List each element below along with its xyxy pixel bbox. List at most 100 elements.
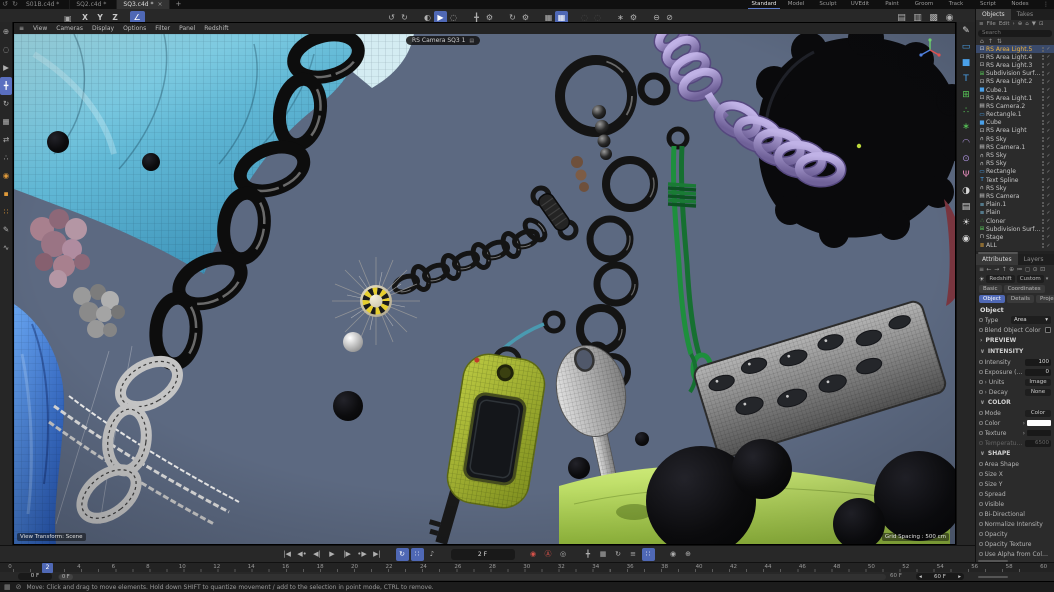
panel-tab[interactable]: Takes [1011,9,1039,20]
search-icon[interactable]: ⊕ [1009,266,1014,273]
viewport-menu-item[interactable]: Filter [155,25,170,32]
viewport-scene[interactable] [14,34,955,544]
current-frame-field[interactable]: 2 F [451,549,515,560]
snap-icon[interactable]: ∴ [0,149,12,167]
keyframe-dot[interactable] [979,462,983,466]
object-row[interactable]: ⊞ Subdivision Surface ✓ [976,225,1054,233]
camera-label[interactable]: RS Camera SQ3 1▤ [406,36,480,45]
keyframe-dot[interactable] [979,492,983,496]
section-color[interactable]: ∨COLOR [976,397,1054,408]
prev-frame-button[interactable]: ◀| [311,548,324,561]
object-list-scrollbar[interactable] [976,251,1054,254]
edit-menu[interactable]: Edit [999,21,1010,27]
search-icon[interactable]: ⊕ [0,23,12,41]
layout-tab[interactable]: Paint [876,0,908,9]
expand-chevron-icon[interactable]: › [1023,420,1025,427]
expand-chevron-icon[interactable]: › [985,389,987,396]
layout-tab[interactable]: Script [972,0,1004,9]
edge-mode-icon[interactable]: ▪ [0,185,12,203]
more-menu-icon[interactable]: › [1012,21,1014,27]
history-forward-icon[interactable]: ↻ [10,0,20,9]
units-button[interactable]: Image [1025,379,1051,386]
filter-icon[interactable]: ▼ [1032,21,1036,27]
enable-check[interactable]: ✓ [1045,95,1052,101]
cloner-icon[interactable]: ∴ [958,104,974,119]
loop-toggle[interactable]: ↻ [396,548,409,561]
dropdown-arrow-icon[interactable]: ▾ [1046,276,1049,282]
object-row[interactable]: ⊞ Subdivision Surface.1 ✓ [976,70,1054,78]
spline-pen-icon[interactable]: ✎ [958,24,974,39]
axis-swap-icon[interactable]: ⇄ [0,131,12,149]
range-end-field[interactable]: ◂ 60 F ▸ [916,573,964,580]
keyframe-dot[interactable] [979,360,983,364]
pen-icon[interactable]: ✎ [0,221,12,239]
next-frame-button[interactable]: |▶ [341,548,354,561]
keyframe-selection-button[interactable]: ◎ [557,548,570,561]
home-icon[interactable]: ⌂ [980,38,984,45]
keyframe-dot[interactable] [979,552,983,556]
section-preview[interactable]: ›PREVIEW [976,335,1054,346]
enable-check[interactable]: ✓ [1045,243,1052,249]
attr-row[interactable]: Normalize Intensity [976,519,1054,529]
prev-key-button[interactable]: ◀• [296,548,309,561]
polygon-mode-icon[interactable]: ∷ [0,203,12,221]
enable-check[interactable]: ✓ [1045,202,1052,208]
keyframe-dot[interactable] [979,421,983,425]
document-tab[interactable]: S01B.c4d * [20,0,70,9]
enable-check[interactable]: ✓ [1045,144,1052,150]
viewport-menu-icon[interactable]: ≡ [19,25,24,32]
enable-check[interactable]: ✓ [1045,71,1052,77]
object-row[interactable]: ∴ Cloner ✓ [976,217,1054,225]
layout-menu-icon[interactable]: ⋮ [1040,0,1052,9]
layout-tab[interactable]: Groom [908,0,940,9]
viewport-menu-item[interactable]: Display [92,25,114,32]
character-joint-icon[interactable]: Ψ [958,168,974,183]
layout-tab[interactable]: Model [780,0,812,9]
exposure-field[interactable]: 0 [1025,369,1051,376]
layout-tab[interactable]: Standard [748,0,780,9]
decay-button[interactable]: None [1025,389,1051,396]
attribute-tab[interactable]: Object [979,295,1005,303]
enable-check[interactable]: ✓ [1045,46,1052,52]
viewport-menu-item[interactable]: Panel [179,25,195,32]
enable-check[interactable]: ✓ [1045,169,1052,175]
matrix-icon[interactable]: ∗ [958,120,974,135]
type-dropdown[interactable]: Area▾ [1011,316,1051,324]
viewport-menu-item[interactable]: View [33,25,47,32]
new-document-tab-button[interactable]: + [170,0,188,9]
go-to-start-button[interactable]: |◀ [281,548,294,561]
attr-row[interactable]: Size Y [976,479,1054,489]
object-row[interactable]: ▤ RS Camera ✓ [976,192,1054,200]
object-row[interactable]: ▭ Rectangle ✓ [976,168,1054,176]
section-intensity[interactable]: ∨INTENSITY [976,346,1054,357]
autokey-button[interactable]: Ⓐ [542,548,555,561]
keyframe-dot[interactable] [979,328,983,332]
expand-chevron-icon[interactable]: › [985,379,987,386]
light-icon[interactable]: ☀ [958,216,974,231]
file-menu[interactable]: File [987,21,996,27]
enable-check[interactable]: ✓ [1045,226,1052,232]
hierarchy-icon[interactable]: ⇅ [997,38,1002,45]
layout-tab[interactable]: Sculpt [812,0,844,9]
object-row[interactable]: ⊡ RS Area Light.3 ✓ [976,61,1054,69]
motion-clip-button[interactable]: ◉ [667,548,680,561]
attr-row[interactable]: Bi-Directional [976,509,1054,519]
forward-icon[interactable]: → [994,266,999,273]
object-row[interactable]: ≡ Plain ✓ [976,209,1054,217]
stepper-left-icon[interactable]: ◂ [919,574,922,580]
section-shape[interactable]: ∨SHAPE [976,448,1054,459]
object-row[interactable]: ∩ RS Sky ✓ [976,184,1054,192]
key-scale-toggle[interactable]: ▦ [597,548,610,561]
object-row[interactable]: ⊡ RS Area Light.1 ✓ [976,94,1054,102]
volume-icon[interactable]: ◑ [958,184,974,199]
enable-check[interactable]: ✓ [1045,112,1052,118]
horizontal-scrollbar[interactable] [978,576,1008,578]
enable-check[interactable]: ✓ [1045,177,1052,183]
key-rotation-toggle[interactable]: ↻ [612,548,625,561]
keyframe-dot[interactable] [979,502,983,506]
up-icon[interactable]: ↑ [1002,266,1007,273]
scale-tool-icon[interactable]: ▦ [0,113,12,131]
attribute-tab[interactable]: Project [1036,295,1054,303]
subdivision-surface-icon[interactable]: ⊞ [958,88,974,103]
attr-row[interactable]: Use Alpha from Color Texture [976,549,1054,559]
